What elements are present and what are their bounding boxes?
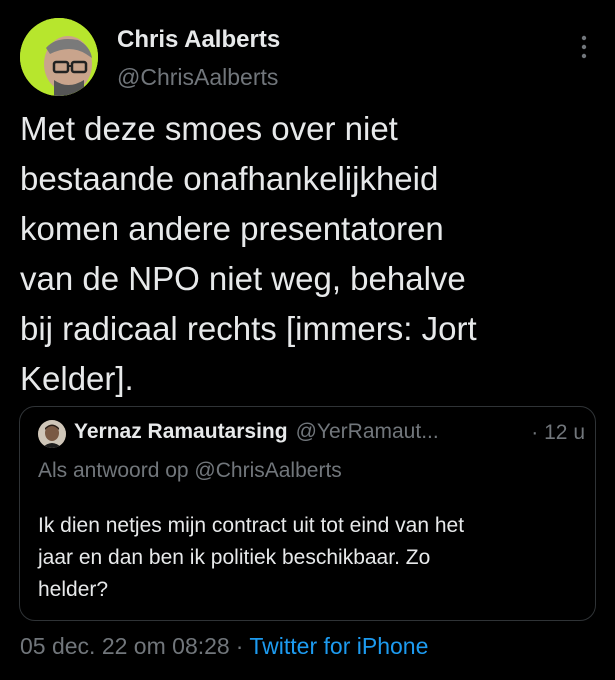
quoted-header: Yernaz Ramautarsing @YerRamaut... <box>74 420 439 444</box>
tweet-text-line: Kelder]. <box>20 360 134 397</box>
tweet-text-line: van de NPO niet weg, behalve <box>20 260 466 297</box>
author-handle[interactable]: @ChrisAalberts <box>117 64 278 91</box>
tweet-text: Met deze smoes over niet bestaande onafh… <box>20 104 605 404</box>
quoted-author-name[interactable]: Yernaz Ramautarsing <box>74 420 288 443</box>
quoted-author-avatar[interactable] <box>38 420 66 448</box>
author-name[interactable]: Chris Aalberts <box>117 26 280 54</box>
quoted-text-line: Ik dien netjes mijn contract uit tot ein… <box>38 514 465 537</box>
quoted-tweet-card[interactable]: Yernaz Ramautarsing @YerRamaut... · 12 u … <box>19 406 596 621</box>
tweet-timestamp[interactable]: 05 dec. 22 om 08:28 <box>20 633 230 659</box>
more-vertical-icon[interactable] <box>577 34 591 60</box>
tweet-meta: 05 dec. 22 om 08:28 · Twitter for iPhone <box>20 633 428 660</box>
quoted-author-handle[interactable]: @YerRamaut... <box>296 420 439 443</box>
author-avatar[interactable] <box>20 18 98 96</box>
quoted-text: Ik dien netjes mijn contract uit tot ein… <box>38 510 588 606</box>
meta-separator: · <box>235 633 244 659</box>
tweet-text-line: Met deze smoes over niet <box>20 110 398 147</box>
tweet-text-line: komen andere presentatoren <box>20 210 444 247</box>
tweet: Chris Aalberts @ChrisAalberts Met deze s… <box>0 0 615 680</box>
quoted-reply-context: Als antwoord op @ChrisAalberts <box>38 459 342 482</box>
tweet-text-line: bestaande onafhankelijkheid <box>20 160 439 197</box>
tweet-text-line: bij radicaal rechts [immers: Jort <box>20 310 477 347</box>
quoted-text-line: helder? <box>38 578 109 601</box>
quoted-timestamp: · 12 u <box>531 421 585 444</box>
quoted-text-line: jaar en dan ben ik politiek beschikbaar.… <box>38 546 431 569</box>
tweet-source-link[interactable]: Twitter for iPhone <box>249 633 428 659</box>
